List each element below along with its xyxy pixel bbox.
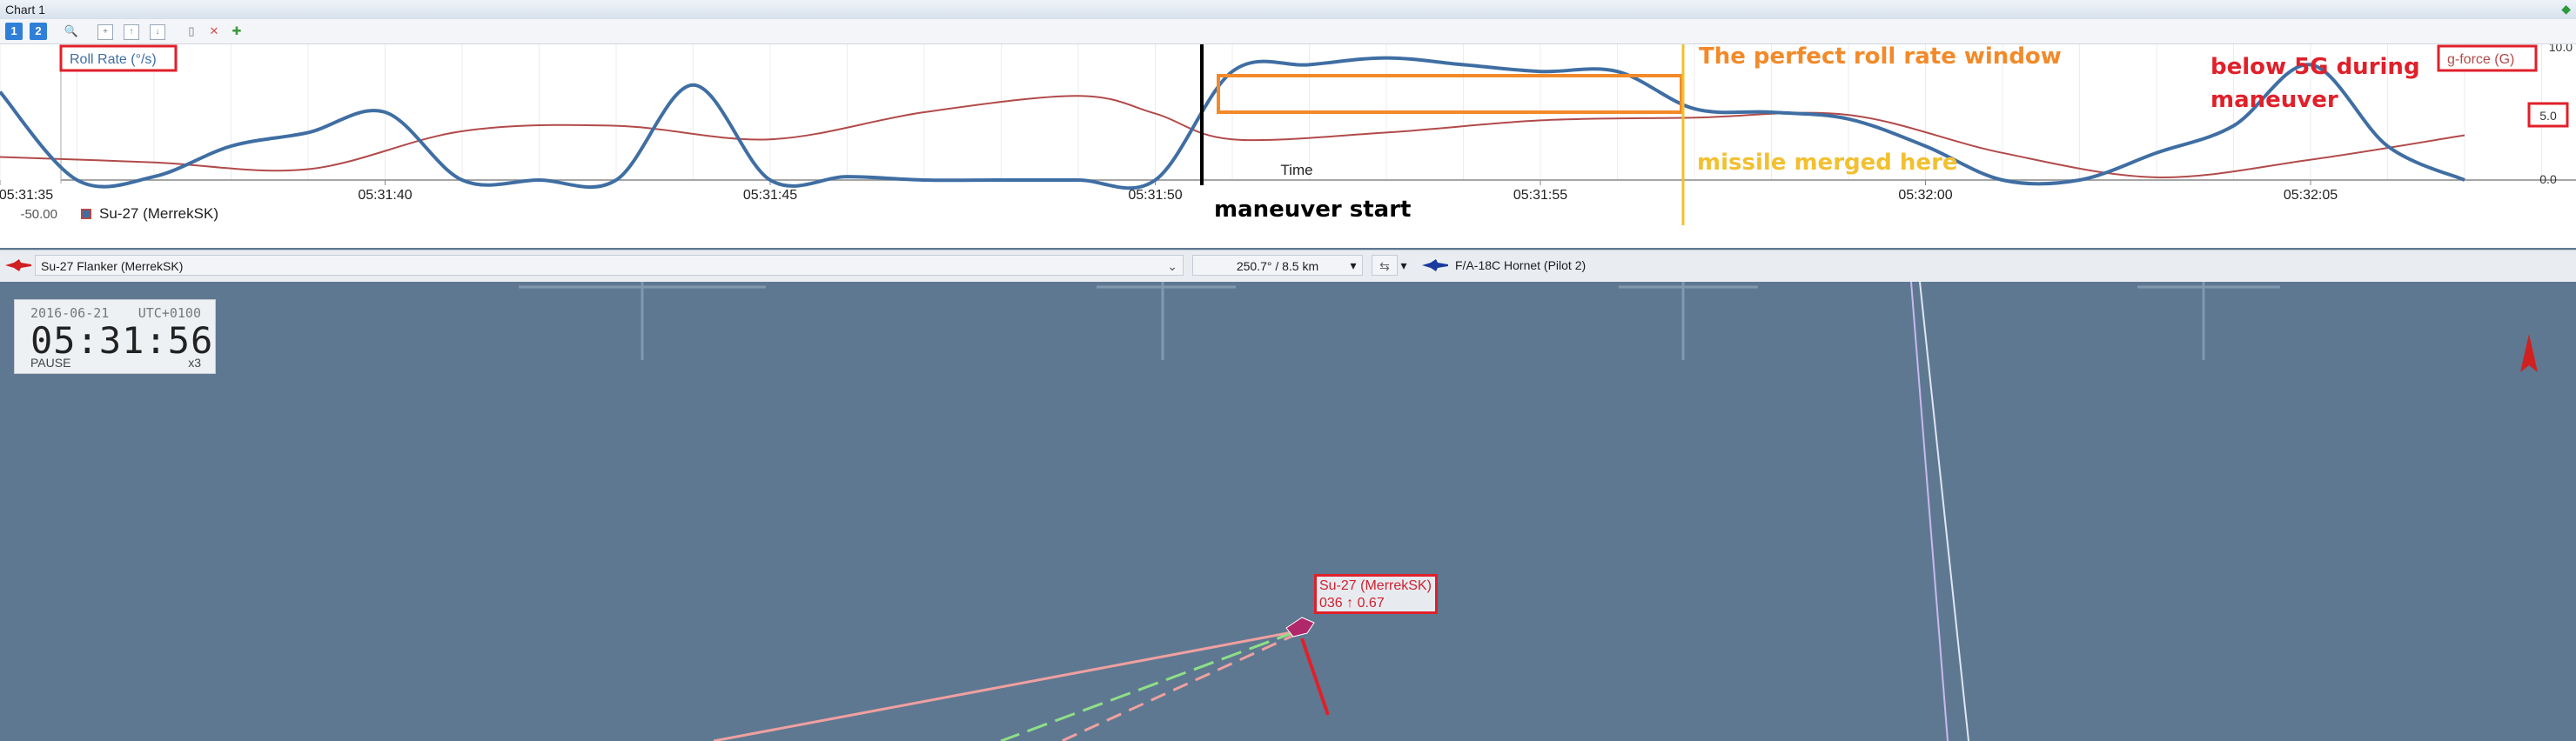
su27-aircraft-icon[interactable]	[1285, 617, 1315, 638]
move-down-icon[interactable]: ↓	[150, 24, 165, 40]
aircraft-label-info: 036 ↑ 0.67	[1319, 596, 1385, 611]
blue-trail-line-2	[1919, 282, 1969, 741]
right-aircraft-label[interactable]: F/A-18C Hornet (Pilot 2)	[1455, 255, 1716, 276]
chevron-down-icon: ⌄	[1167, 259, 1177, 273]
playback-state: PAUSE	[30, 356, 71, 370]
x-tick-label: 05:32:00	[1898, 188, 1952, 203]
missile-merged-annotation: missile merged here	[1697, 150, 1958, 176]
x-axis-title: Time	[1280, 162, 1312, 178]
roll-axis-min: -50.00	[20, 207, 57, 222]
page-icon[interactable]: ▯	[183, 23, 200, 40]
aircraft-label-name: Su-27 (MerrekSK)	[1319, 578, 1432, 593]
roll-window-annotation: The perfect roll rate window	[1699, 44, 2062, 70]
red-aircraft-icon	[5, 259, 31, 271]
map-canvas	[519, 282, 2538, 741]
distance-dropdown-icon[interactable]: ▾	[1347, 255, 1359, 276]
search-icon[interactable]: 🔍	[63, 23, 80, 40]
missile-trail-pink	[1061, 631, 1299, 741]
left-aircraft-select[interactable]: Su-27 Flanker (MerrekSK) ⌄	[35, 255, 1184, 276]
x-tick-label: 05:31:45	[743, 188, 797, 203]
chart-1-button[interactable]: 1	[5, 23, 23, 40]
aircraft-label-box[interactable]: Su-27 (MerrekSK) 036 ↑ 0.67	[1314, 574, 1438, 614]
move-up-icon[interactable]: ↑	[124, 24, 139, 40]
chart-panel: 05:31:35 05:31:40 05:31:45 05:31:50 05:31:55…	[0, 44, 2576, 290]
legend-swatch	[81, 209, 91, 219]
time-display: 2016-06-21 UTC+0100 05:31:56 PAUSE x3	[14, 299, 216, 374]
remove-icon[interactable]: ✕	[205, 23, 223, 40]
north-arrow-icon	[2520, 334, 2538, 372]
roll-window-box	[1217, 74, 1683, 114]
roll-rate-chart: 05:31:35 05:31:40 05:31:45 05:31:50 05:31:55…	[0, 44, 2576, 225]
map-grid-ticks	[519, 282, 2280, 360]
distance-value: 250.7° / 8.5 km	[1236, 259, 1319, 273]
distance-field: 250.7° / 8.5 km	[1192, 255, 1363, 276]
expand-icon[interactable]: ◆	[2561, 2, 2571, 17]
swap-dropdown-icon[interactable]: ▾	[1398, 255, 1410, 276]
aircraft-selection-bar: Su-27 Flanker (MerrekSK) ⌄ 250.7° / 8.5 …	[0, 250, 2576, 283]
missile-trail-green	[1000, 630, 1298, 741]
legend-label: Su-27 (MerrekSK)	[99, 205, 218, 222]
chart-toolbar: 1 2 🔍 + ↑ ↓ ▯ ✕ ✚	[0, 19, 2576, 44]
g-tick-0: 0.0	[2539, 172, 2557, 186]
add-chart-icon[interactable]: +	[97, 24, 113, 40]
x-tick-label: 05:31:50	[1128, 188, 1182, 203]
g-tick-10: 10.0	[2549, 44, 2573, 54]
su27-trail	[713, 630, 1298, 741]
window-title: Chart 1	[5, 3, 45, 17]
window-titlebar: Chart 1 ◆	[0, 0, 2576, 20]
blue-trail-line	[1910, 282, 1949, 741]
g-note-line1: below 5G during	[2210, 54, 2420, 80]
g-tick-5: 5.0	[2539, 109, 2557, 123]
playback-speed: x3	[188, 356, 201, 370]
g-force-axis-label: g-force (G)	[2447, 52, 2514, 67]
swap-icon[interactable]: ⇆	[1372, 255, 1398, 276]
add-icon[interactable]: ✚	[228, 23, 245, 40]
heading-vector	[1300, 638, 1330, 716]
map-view[interactable]: 2016-06-21 UTC+0100 05:31:56 PAUSE x3 Su…	[0, 282, 2576, 741]
roll-rate-axis-label: Roll Rate (°/s)	[70, 52, 157, 67]
chart-2-button[interactable]: 2	[30, 23, 47, 40]
x-tick-label: 05:31:35	[0, 188, 53, 203]
x-tick-label: 05:31:55	[1513, 188, 1567, 203]
maneuver-start-annotation: maneuver start	[1214, 197, 1411, 223]
g-note-line2: maneuver	[2210, 87, 2338, 113]
x-tick-label: 05:31:40	[358, 188, 412, 203]
left-aircraft-value: Su-27 Flanker (MerrekSK)	[41, 259, 184, 273]
x-tick-label: 05:32:05	[2284, 188, 2338, 203]
blue-aircraft-icon	[1422, 259, 1448, 271]
